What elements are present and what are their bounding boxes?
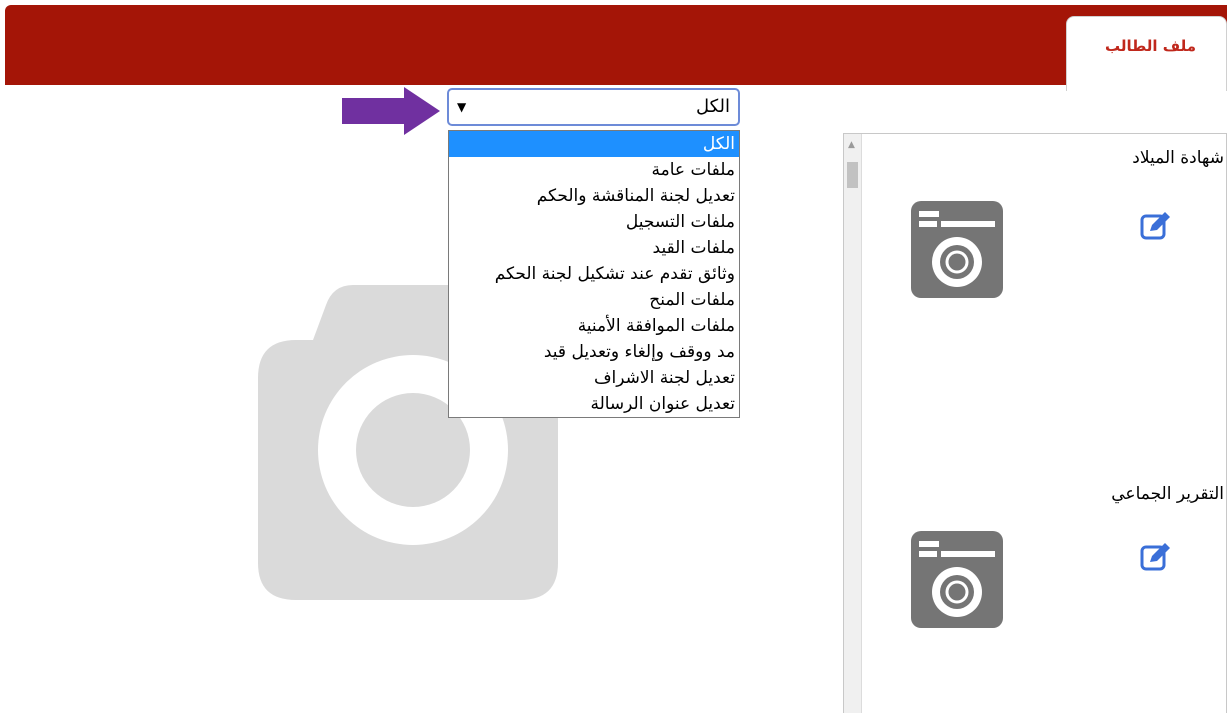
scroll-up-icon[interactable]: ▲ (848, 140, 855, 150)
category-dropdown-list: الكل ملفات عامة تعديل لجنة المناقشة والح… (448, 130, 740, 418)
scrollbar[interactable]: ▲ (844, 134, 862, 713)
document-title: التقرير الجماعي (1111, 484, 1224, 504)
dropdown-option[interactable]: تعديل لجنة المناقشة والحكم (449, 183, 739, 209)
dropdown-option[interactable]: تعديل لجنة الاشراف (449, 365, 739, 391)
category-select[interactable]: الكل ▼ (447, 88, 740, 126)
chevron-down-icon: ▼ (457, 100, 467, 114)
dropdown-option-all[interactable]: الكل (449, 131, 739, 157)
dropdown-option[interactable]: ملفات المنح (449, 287, 739, 313)
camera-icon[interactable] (911, 531, 1003, 628)
dropdown-option[interactable]: ملفات الموافقة الأمنية (449, 313, 739, 339)
select-value: الكل (695, 96, 730, 117)
camera-icon[interactable] (911, 201, 1003, 298)
dropdown-option[interactable]: ملفات التسجيل (449, 209, 739, 235)
scroll-thumb[interactable] (847, 162, 858, 188)
header-bar (5, 5, 1227, 85)
dropdown-option[interactable]: وثائق تقدم عند تشكيل لجنة الحكم (449, 261, 739, 287)
dropdown-option[interactable]: تعديل عنوان الرسالة (449, 391, 739, 417)
dropdown-option[interactable]: ملفات القيد (449, 235, 739, 261)
edit-icon[interactable] (1140, 211, 1172, 241)
edit-icon[interactable] (1140, 542, 1172, 572)
document-title: شهادة الميلاد (1132, 148, 1224, 168)
arrow-right-icon (342, 87, 440, 135)
tab-label: ملف الطالب (1104, 37, 1196, 55)
page: ملف الطالب الكل ▼ الكل ملفات عامة تعديل … (0, 0, 1227, 713)
tab-student-file[interactable]: ملف الطالب (1066, 16, 1227, 91)
documents-panel: ▲ شهادة الميلاد التقرير الجماعي (843, 133, 1227, 713)
dropdown-option[interactable]: ملفات عامة (449, 157, 739, 183)
dropdown-option[interactable]: مد ووقف وإلغاء وتعديل قيد (449, 339, 739, 365)
